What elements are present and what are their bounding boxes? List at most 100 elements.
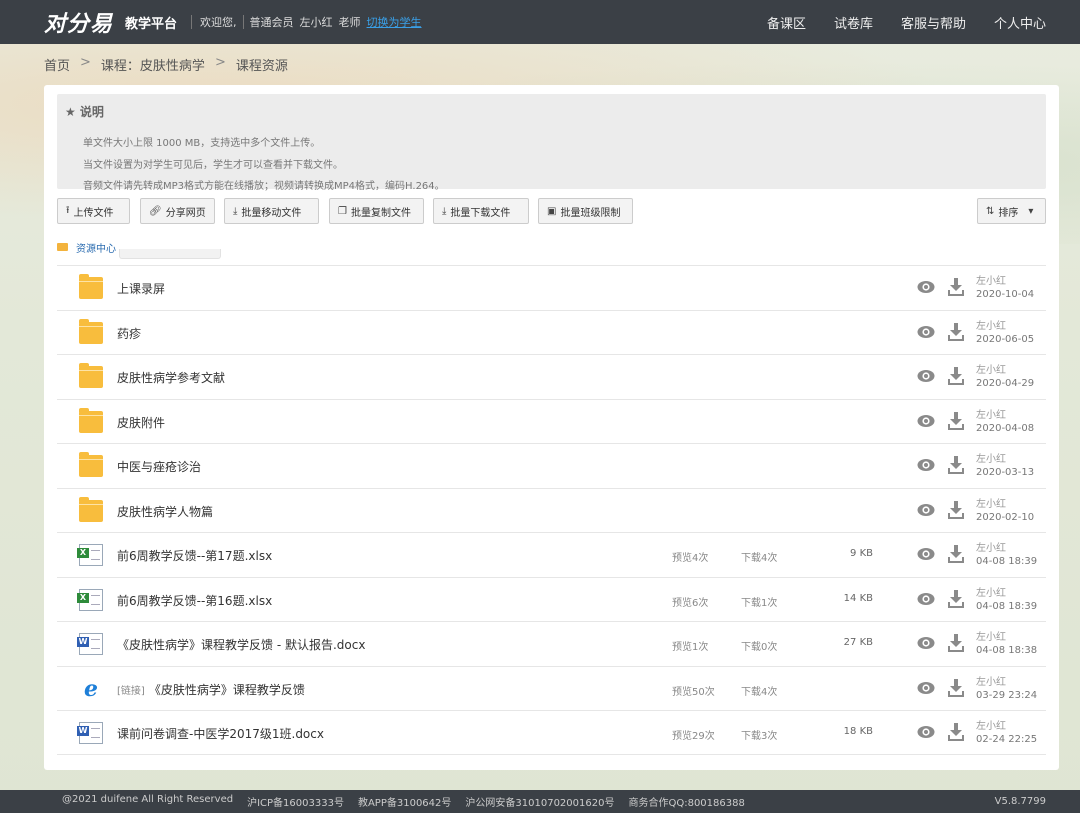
item-name[interactable]: 《皮肤性病学》课程教学反馈 - 默认报告.docx — [117, 636, 365, 653]
item-name-text: 《皮肤性病学》课程教学反馈 - 默认报告.docx — [117, 638, 366, 652]
batch-class-limit-button[interactable]: ▣ 批量班级限制 — [538, 198, 633, 224]
batch-move-label: 批量移动文件 — [241, 207, 302, 219]
visibility-eye-icon[interactable] — [917, 414, 935, 428]
item-owner: 左小红 — [976, 632, 1006, 643]
download-icon[interactable] — [948, 456, 964, 474]
notice-line: 单文件大小上限 1000 MB，支持选中多个文件上传。 — [83, 138, 321, 149]
folder-icon — [79, 496, 103, 522]
nav-question-bank[interactable]: 试卷库 — [834, 13, 873, 32]
share-button[interactable]: 🔗︎ 分享网页 — [140, 198, 215, 224]
download-count: 下载1次 — [741, 597, 778, 609]
download-count: 下载3次 — [741, 731, 778, 742]
file-row[interactable]: e [链接] 《皮肤性病学》课程教学反馈 预览50次 下载4次 左小红 03-29 23:2… — [57, 665, 1046, 711]
footer-app-record[interactable]: 教APP备3100642号 — [358, 794, 451, 809]
download-icon[interactable] — [948, 723, 964, 741]
item-name-text: 中医与痤疮诊治 — [117, 460, 202, 474]
batch-copy-button[interactable]: ❐ 批量复制文件 — [329, 198, 424, 224]
file-row[interactable]: X 前6周教学反馈--第16题.xlsx 预览6次 下载1次 14 KB 左小红 04-08… — [57, 576, 1046, 622]
current-folder[interactable]: 资源中心 — [57, 237, 116, 257]
preview-count: 预览29次 — [672, 731, 715, 742]
sort-dropdown[interactable]: ⇅ 排序 ▾ — [977, 198, 1046, 224]
item-name[interactable]: 皮肤附件 — [117, 414, 165, 431]
nav-help[interactable]: 客服与帮助 — [901, 13, 966, 32]
logo-mark: 对分易 — [44, 11, 114, 37]
item-name-text: 皮肤性病学人物篇 — [117, 504, 214, 519]
upload-button[interactable]: ⭱ 上传文件 — [57, 198, 130, 224]
item-name[interactable]: 中医与痤疮诊治 — [117, 458, 201, 475]
footer-police-record[interactable]: 沪公网安备31010702001620号 — [465, 794, 614, 809]
visibility-eye-icon[interactable] — [917, 503, 935, 517]
visibility-eye-icon[interactable] — [917, 458, 935, 472]
file-size: 18 KB — [843, 726, 873, 737]
preview-count: 预览6次 — [672, 597, 709, 609]
item-name-text: 课前问卷调查-中医学2017级1班.docx — [117, 727, 324, 741]
platform-name: 教学平台 — [125, 16, 178, 32]
user-name: 左小红 — [299, 16, 333, 29]
item-owner: 左小红 — [976, 454, 1006, 465]
batch-download-button[interactable]: ⤓ 批量下载文件 — [433, 198, 529, 224]
notice-line: 音频文件请先转成MP3格式方能在线播放；视频请转换成MP4格式，编码H.264。 — [83, 181, 445, 192]
download-count: 下载0次 — [741, 642, 778, 653]
folder-row[interactable]: 上课录屏 左小红 2020-10-04 — [57, 265, 1046, 310]
batch-move-button[interactable]: ⤓ 批量移动文件 — [224, 198, 319, 224]
upload-label: 上传文件 — [73, 207, 114, 219]
folder-icon — [57, 243, 68, 251]
download-icon[interactable] — [948, 678, 964, 697]
item-name[interactable]: [链接] 《皮肤性病学》课程教学反馈 — [117, 681, 305, 698]
file-row[interactable]: X 前6周教学反馈--第17题.xlsx 预览4次 下载4次 9 KB 左小红 04-08 … — [57, 532, 1046, 577]
folder-icon — [79, 274, 103, 299]
download-icon[interactable] — [948, 634, 964, 652]
footer-copyright: @2021 duifene All Right Reserved — [62, 794, 234, 805]
item-name[interactable]: 皮肤性病学人物篇 — [117, 503, 213, 520]
file-row[interactable]: W 课前问卷调查-中医学2017级1班.docx 预览29次 下载3次 18 KB 左小红… — [57, 710, 1046, 755]
visibility-eye-icon[interactable] — [917, 681, 935, 695]
welcome-divider — [242, 15, 244, 29]
nav-personal-center[interactable]: 个人中心 — [994, 13, 1046, 32]
visibility-eye-icon[interactable] — [917, 725, 935, 739]
item-name[interactable]: 前6周教学反馈--第16题.xlsx — [117, 592, 272, 609]
item-name[interactable]: 上课录屏 — [117, 280, 165, 297]
word-file-icon: W — [77, 633, 103, 655]
visibility-eye-icon[interactable] — [917, 280, 935, 294]
download-count: 下载4次 — [741, 553, 778, 564]
item-name[interactable]: 药疹 — [117, 325, 141, 342]
download-icon[interactable] — [948, 589, 964, 608]
file-row[interactable]: W 《皮肤性病学》课程教学反馈 - 默认报告.docx 预览1次 下载0次 27 KB 左… — [57, 621, 1046, 666]
folder-row[interactable]: 皮肤性病学参考文献 左小红 2020-04-29 — [57, 354, 1046, 399]
notice-box: ★ 说明 单文件大小上限 1000 MB，支持选中多个文件上传。 当文件设置为对… — [57, 94, 1046, 192]
folder-row[interactable]: 皮肤附件 左小红 2020-04-08 — [57, 398, 1046, 444]
sort-icon: ⇅ — [986, 205, 995, 217]
visibility-eye-icon[interactable] — [917, 325, 935, 339]
item-name[interactable]: 前6周教学反馈--第17题.xlsx — [117, 547, 272, 564]
footer-icp[interactable]: 沪ICP备16003333号 — [247, 794, 344, 809]
visibility-eye-icon[interactable] — [917, 547, 935, 561]
switch-to-student-link[interactable]: 切换为学生 — [367, 14, 422, 30]
download-icon[interactable] — [948, 500, 964, 519]
item-name-text: 皮肤附件 — [117, 415, 166, 430]
download-icon[interactable] — [948, 367, 964, 385]
visibility-eye-icon[interactable] — [917, 369, 935, 383]
item-name[interactable]: 课前问卷调查-中医学2017级1班.docx — [117, 725, 324, 742]
folder-row[interactable]: 中医与痤疮诊治 左小红 2020-03-13 — [57, 443, 1046, 488]
breadcrumb-course[interactable]: 课程：皮肤性病学 — [101, 55, 205, 74]
share-label: 分享网页 — [165, 207, 206, 219]
folder-icon — [79, 363, 103, 388]
folder-row[interactable]: 皮肤性病学人物篇 左小红 2020-02-10 — [57, 487, 1046, 533]
folder-row[interactable]: 药疹 左小红 2020-06-05 — [57, 309, 1046, 355]
item-date: 04-08 18:39 — [976, 600, 1038, 612]
item-name[interactable]: 皮肤性病学参考文献 — [117, 369, 225, 386]
visibility-eye-icon[interactable] — [917, 592, 935, 606]
visibility-eye-icon[interactable] — [917, 636, 935, 650]
word-file-icon: W — [77, 722, 103, 744]
breadcrumb-home[interactable]: 首页 — [44, 55, 70, 74]
download-icon[interactable] — [948, 411, 964, 430]
web-link-icon: e — [79, 677, 103, 700]
item-date: 2020-04-08 — [976, 422, 1035, 434]
nav-prepare[interactable]: 备课区 — [767, 13, 806, 32]
download-icon[interactable] — [948, 545, 964, 563]
preview-count: 预览4次 — [672, 553, 709, 564]
download-icon[interactable] — [948, 278, 964, 296]
footer: @2021 duifene All Right Reserved 沪ICP备16… — [0, 790, 1080, 813]
logo[interactable]: 对分易 教学平台 — [44, 6, 177, 38]
download-icon[interactable] — [948, 322, 964, 341]
